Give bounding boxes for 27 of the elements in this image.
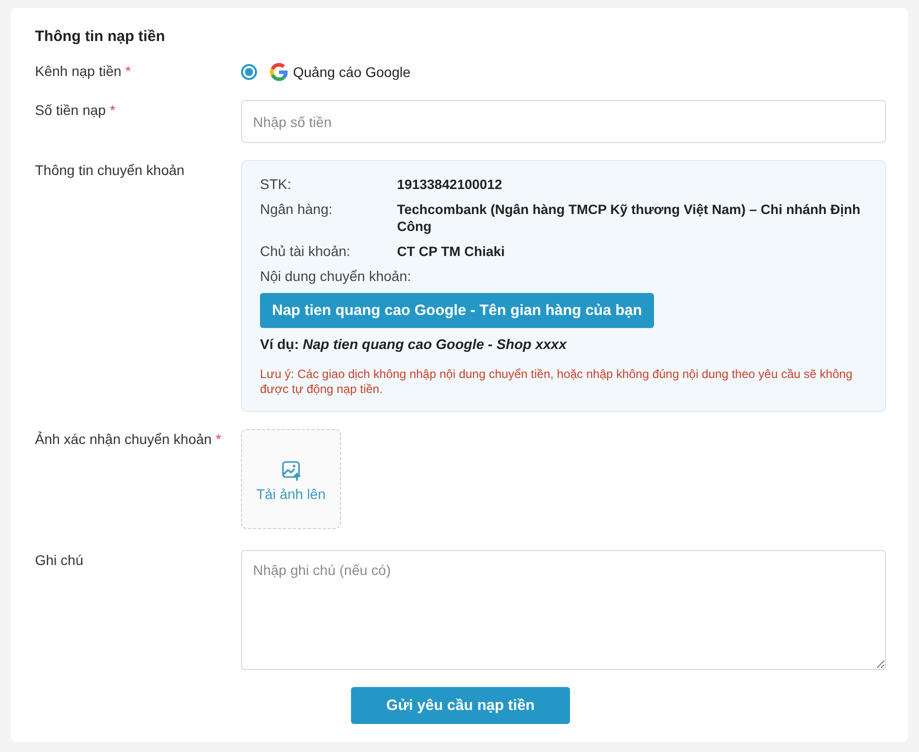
detail-value: Techcombank (Ngân hàng TMCP Kỹ thương Việt Nam) – Chi nhánh Định Công [397, 201, 862, 235]
detail-value: CT CP TM Chiaki [397, 243, 505, 260]
note-textarea[interactable]: Nhập ghi chú (nếu có) [241, 550, 886, 670]
content-label: Nội dung chuyển khoản: [260, 268, 412, 285]
field-label: Ảnh xác nhận chuyển khoản [35, 431, 212, 447]
form-title: Thông tin nạp tiền [35, 27, 166, 47]
upload-dropzone[interactable]: Tải ảnh lên [241, 429, 341, 529]
detail-value: 19133842100012 [397, 176, 502, 193]
radio-button[interactable] [241, 64, 257, 80]
transfer-content-highlight: Nap tien quang cao Google - Tên gian hàng của bạn [260, 293, 654, 328]
option-label[interactable]: Quảng cáo Google [293, 64, 411, 80]
required-mark: * [216, 431, 222, 447]
field-label: Số tiền nạp [35, 102, 106, 118]
detail-label: STK: [260, 176, 292, 193]
field-label: Thông tin chuyển khoản [35, 162, 184, 178]
required-mark: * [125, 63, 131, 79]
submit-button[interactable]: Gửi yêu cầu nạp tiền [351, 687, 570, 724]
warning-note: Lưu ý: Các giao dịch không nhập nội dung chuyển tiền, hoặc nhập không đúng nội dung theo yêu cầu sẽ không được tự động nạp tiền. [260, 367, 854, 397]
image-upload-icon [280, 460, 302, 481]
field-label: Kênh nạp tiền [35, 63, 122, 79]
amount-input[interactable]: Nhập số tiền [241, 100, 886, 143]
detail-label: Ngân hàng: [260, 201, 334, 219]
detail-label: Chủ tài khoản: [260, 243, 352, 260]
example-text: Ví dụ: Nap tien quang cao Google - Shop xxxx [260, 336, 568, 353]
required-mark: * [110, 102, 116, 118]
g-logo-icon [270, 63, 288, 81]
field-label: Ghi chú [35, 552, 84, 568]
